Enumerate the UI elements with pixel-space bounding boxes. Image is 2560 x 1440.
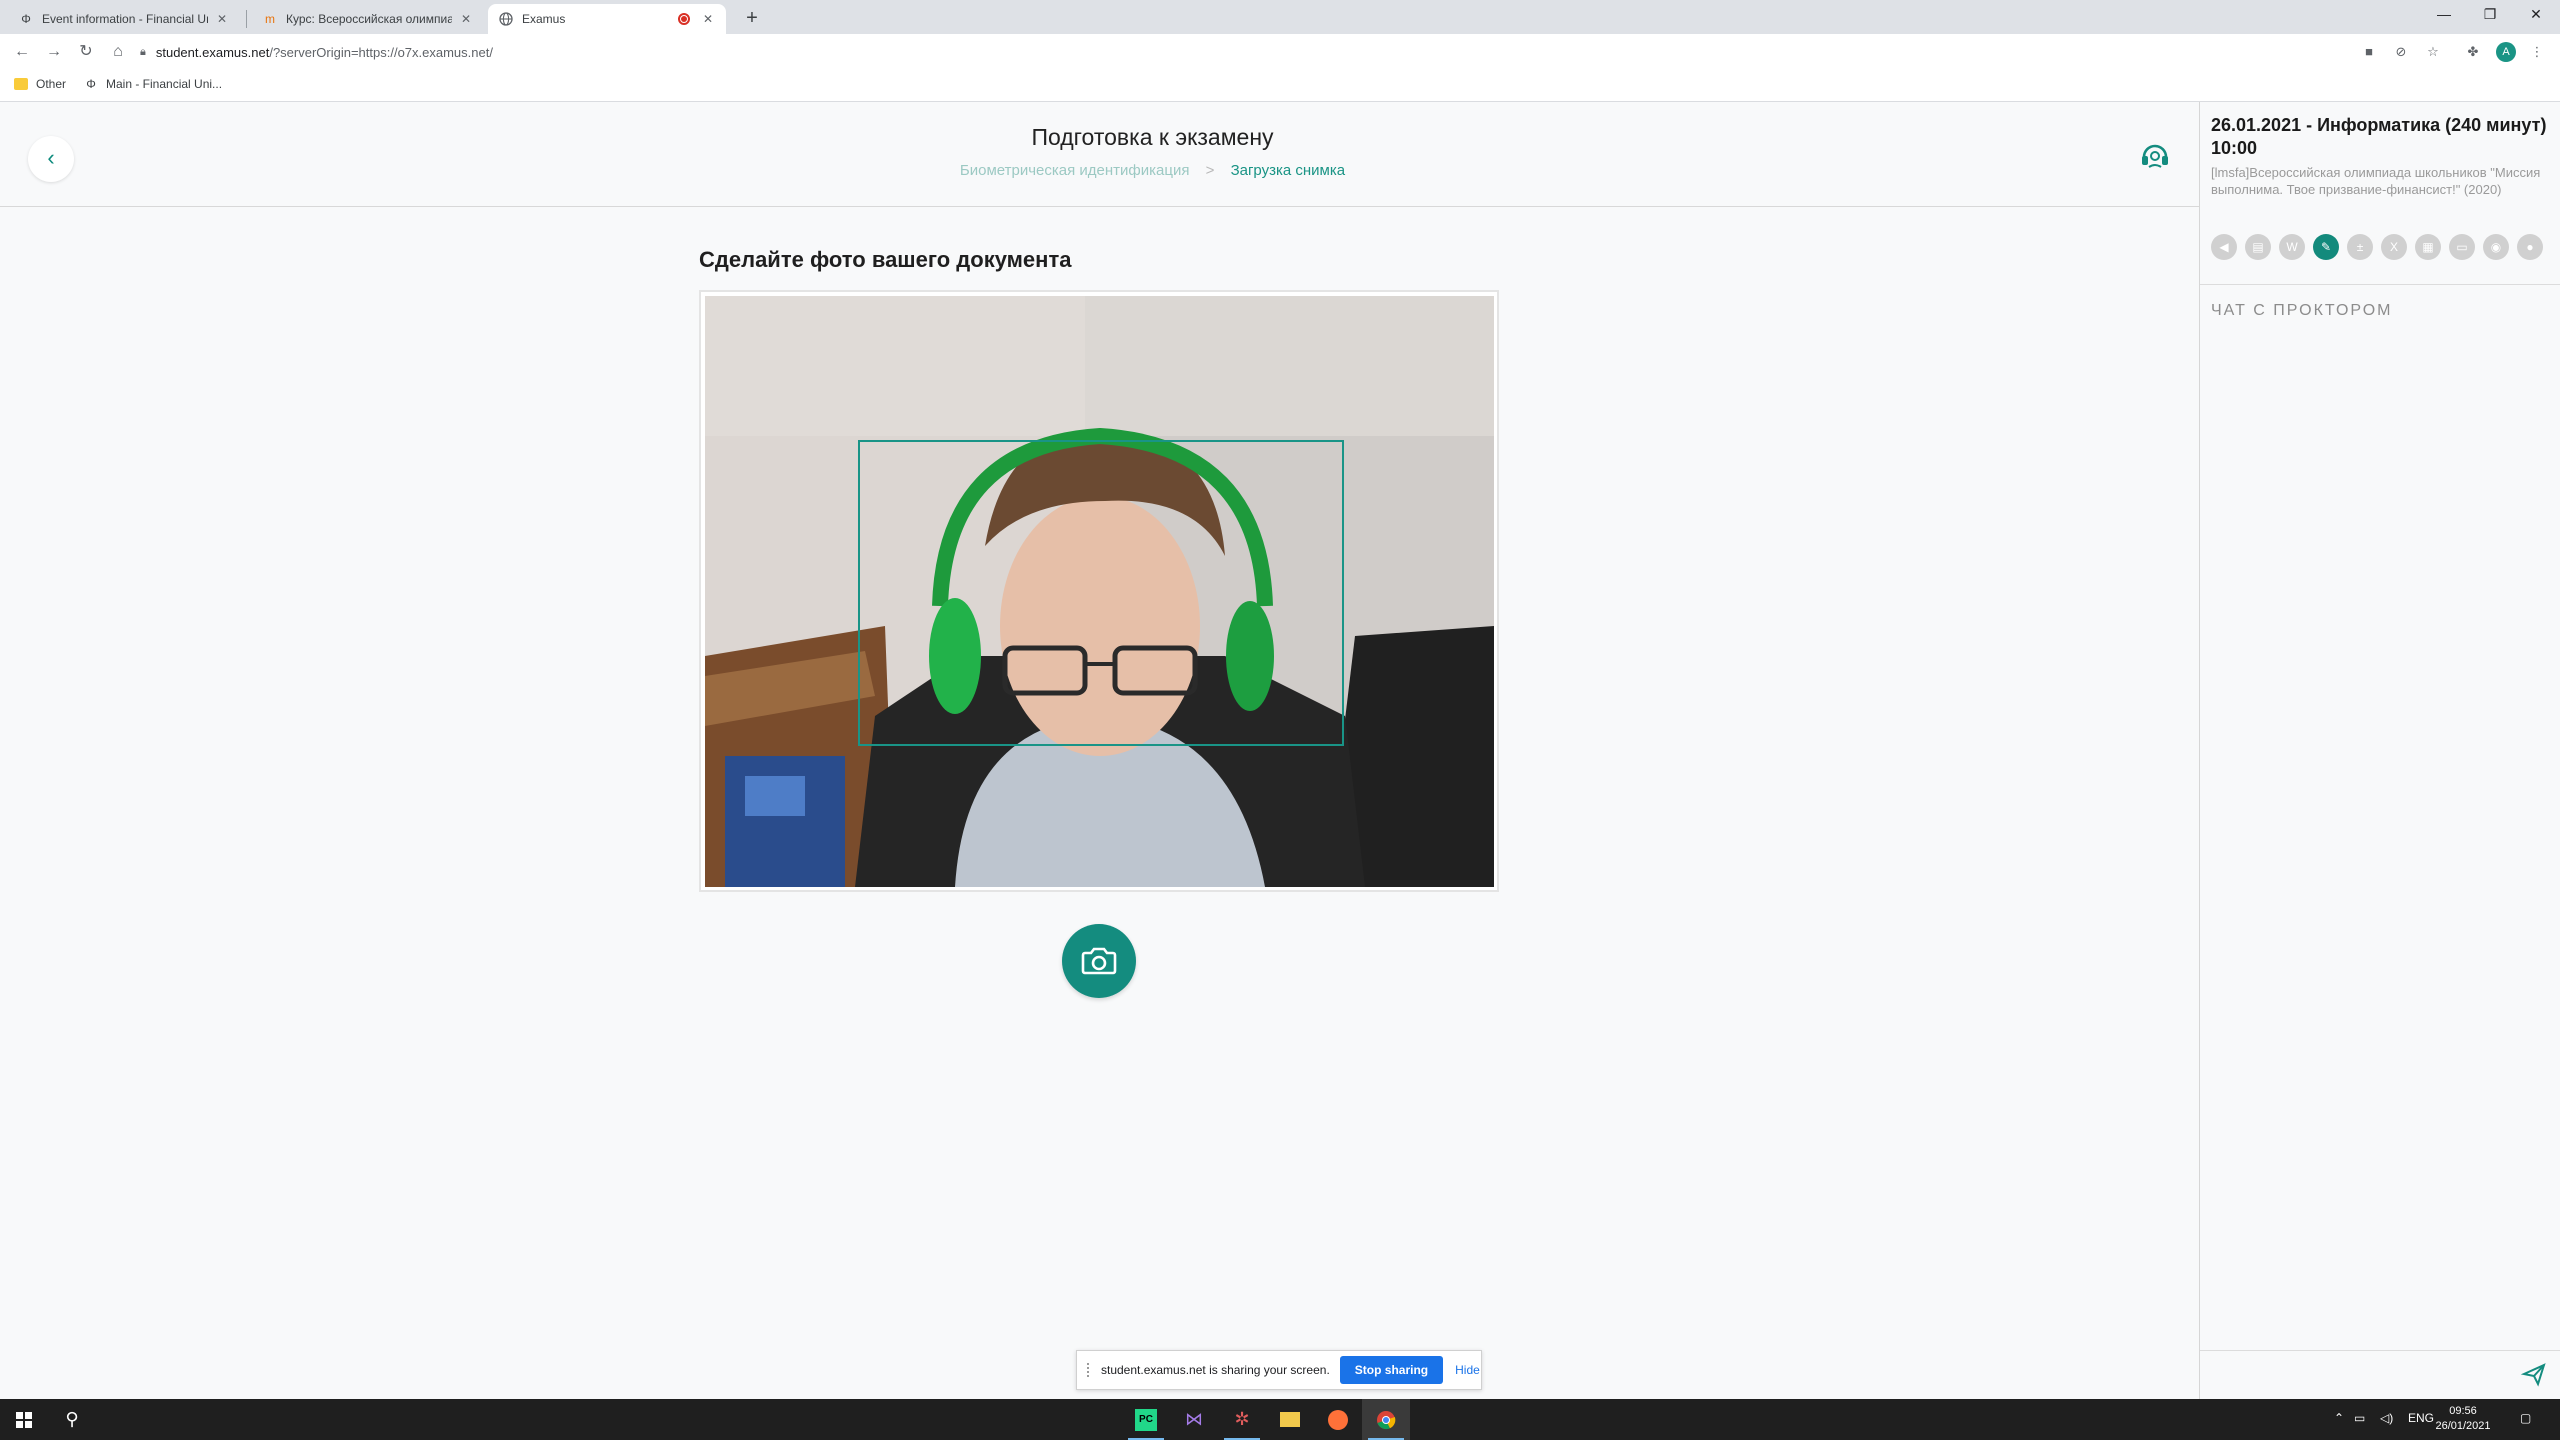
send-icon[interactable] <box>2520 1360 2548 1388</box>
network-icon[interactable]: ▭ <box>2354 1411 2365 1425</box>
chrome-icon[interactable] <box>1362 1399 1410 1440</box>
extensions-puzzle-icon[interactable]: ✤ <box>2464 43 2482 61</box>
book-icon[interactable]: ▤ <box>2245 234 2271 260</box>
file-explorer-icon[interactable] <box>1266 1399 1314 1440</box>
minimize-window-button[interactable]: — <box>2422 0 2466 28</box>
proctor-chat-title: ЧАТ С ПРОКТОРОМ <box>2211 302 2393 319</box>
profile-avatar-icon[interactable]: A <box>2496 42 2516 62</box>
stop-sharing-button[interactable]: Stop sharing <box>1339 1356 1444 1384</box>
sharing-notice: student.examus.net is sharing your scree… <box>1101 1363 1330 1377</box>
document-photo-heading: Сделайте фото вашего документа <box>699 247 1072 272</box>
url-path: /?serverOrigin=https://o7x.examus.net/ <box>269 44 493 60</box>
globe-favicon-icon <box>498 11 514 27</box>
chevron-up-icon[interactable]: ⌃ <box>2334 1411 2344 1425</box>
bookmark-label: Other <box>36 77 67 91</box>
tab-title: Курс: Всероссийская олимпиада <box>286 12 452 26</box>
browser-toolbar: ← → ↻ ⌂ 🔒︎ student.examus.net /?serverOr… <box>0 34 2560 70</box>
settings-gear-icon[interactable]: ✲ <box>1218 1399 1266 1440</box>
new-tab-button[interactable]: + <box>738 4 766 32</box>
take-photo-button[interactable] <box>1062 924 1136 998</box>
exam-tools: ◀ ▤ W ✎ ± X ▦ ▭ ◉ ● <box>2211 234 2556 262</box>
breadcrumb-step-upload: Загрузка снимка <box>1230 162 1346 179</box>
search-icon[interactable]: ⚲ <box>48 1399 96 1440</box>
webcam-preview-frame <box>699 290 1499 892</box>
recording-indicator-icon <box>678 13 690 25</box>
megaphone-icon[interactable]: ◀ <box>2211 234 2237 260</box>
bookmark-other[interactable]: Other <box>14 77 66 91</box>
calculator-icon[interactable]: ± <box>2347 234 2373 260</box>
windows-taskbar: ⚲ PC ⋈ ✲ ⌃ ▭ ◁) ENG 09:56 26/01/2021 ▢ <box>0 1399 2560 1440</box>
chevron-right-icon: > <box>1205 162 1215 179</box>
forward-arrow-icon[interactable]: → <box>40 38 68 66</box>
bookmark-star-icon[interactable]: ☆ <box>2424 43 2442 61</box>
table-icon[interactable]: ▦ <box>2415 234 2441 260</box>
page-header: ‹ Подготовка к экзамену Биометрическая и… <box>0 102 2200 207</box>
browser-tab-strip: Φ Event information - Financial Uni ✕ m … <box>0 0 2560 34</box>
back-arrow-icon[interactable]: ← <box>8 38 36 66</box>
breadcrumb: Биометрическая идентификация > Загрузка … <box>0 162 2305 179</box>
image-icon[interactable]: ▭ <box>2449 234 2475 260</box>
firefox-icon[interactable] <box>1314 1399 1362 1440</box>
folder-icon <box>14 77 28 91</box>
tab-close-icon[interactable]: ✕ <box>700 12 716 26</box>
tracking-blocked-eye-icon[interactable]: ⊘ <box>2392 43 2410 61</box>
drag-handle-icon[interactable] <box>1087 1363 1091 1377</box>
camera-icon <box>1081 947 1117 975</box>
address-bar[interactable]: 🔒︎ student.examus.net /?serverOrigin=htt… <box>140 38 2340 66</box>
more-menu-icon[interactable]: ⋮ <box>2528 43 2546 61</box>
volume-icon[interactable]: ◁) <box>2380 1411 2393 1425</box>
tab-close-icon[interactable]: ✕ <box>214 12 230 26</box>
word-doc-icon[interactable]: W <box>2279 234 2305 260</box>
tab-examus[interactable]: Examus ✕ <box>488 4 726 34</box>
page-title: Подготовка к экзамену <box>1031 124 1274 150</box>
restore-window-button[interactable]: ❐ <box>2468 0 2512 28</box>
exam-preparation-page: ‹ Подготовка к экзамену Биометрическая и… <box>0 102 2200 1399</box>
support-headset-icon[interactable] <box>2138 138 2172 172</box>
exam-course: [lmsfa]Всероссийская олимпиада школьнико… <box>2211 165 2541 197</box>
clock-date: 26/01/2021 <box>2435 1420 2491 1432</box>
lock-icon: 🔒︎ <box>140 45 146 58</box>
notifications-icon[interactable]: ▢ <box>2520 1411 2531 1425</box>
tab-course[interactable]: m Курс: Всероссийская олимпиада ✕ <box>252 4 484 34</box>
tab-close-icon[interactable]: ✕ <box>458 12 474 26</box>
tab-title: Event information - Financial Uni <box>42 12 208 26</box>
system-clock[interactable]: 09:56 26/01/2021 <box>2428 1404 2498 1434</box>
excel-icon[interactable]: X <box>2381 234 2407 260</box>
bookmark-main-financial-uni[interactable]: Φ Main - Financial Uni... <box>84 77 222 91</box>
tab-title: Examus <box>522 12 566 26</box>
chat-input[interactable] <box>2200 1350 2560 1351</box>
camera-in-use-icon[interactable]: ■ <box>2360 43 2378 61</box>
reload-icon[interactable]: ↻ <box>72 38 100 66</box>
financial-university-favicon-icon: Φ <box>86 77 96 91</box>
close-window-button[interactable]: ✕ <box>2514 0 2558 28</box>
exam-title: 26.01.2021 - Информатика (240 минут) 10:… <box>2211 115 2547 158</box>
webcam-video-feed <box>705 296 1494 887</box>
exam-sidebar: 26.01.2021 - Информатика (240 минут) 10:… <box>2199 102 2560 1399</box>
breadcrumb-step-biometric[interactable]: Биометрическая идентификация <box>960 162 1190 179</box>
pycharm-icon[interactable]: PC <box>1122 1399 1170 1440</box>
bookmark-label: Main - Financial Uni... <box>106 77 223 91</box>
notepad-icon[interactable]: ✎ <box>2313 234 2339 260</box>
hide-button[interactable]: Hide <box>1455 1363 1480 1377</box>
user-icon[interactable]: ● <box>2517 234 2543 260</box>
windows-start-icon[interactable] <box>0 1399 48 1440</box>
financial-university-favicon-icon: Φ <box>21 12 31 26</box>
clock-time: 09:56 <box>2449 1405 2477 1417</box>
moodle-favicon-icon: m <box>265 12 275 26</box>
eye-icon[interactable]: ◉ <box>2483 234 2509 260</box>
bookmarks-bar: Other Φ Main - Financial Uni... <box>0 70 2560 102</box>
face-detection-box <box>858 440 1344 746</box>
visual-studio-icon[interactable]: ⋈ <box>1170 1399 1218 1440</box>
sidebar-divider <box>2200 284 2560 285</box>
home-icon[interactable]: ⌂ <box>104 38 132 66</box>
tab-separator <box>246 10 247 28</box>
tab-event-information[interactable]: Φ Event information - Financial Uni ✕ <box>8 4 240 34</box>
url-host: student.examus.net <box>155 44 270 60</box>
screen-sharing-bar: student.examus.net is sharing your scree… <box>1076 1350 1482 1390</box>
